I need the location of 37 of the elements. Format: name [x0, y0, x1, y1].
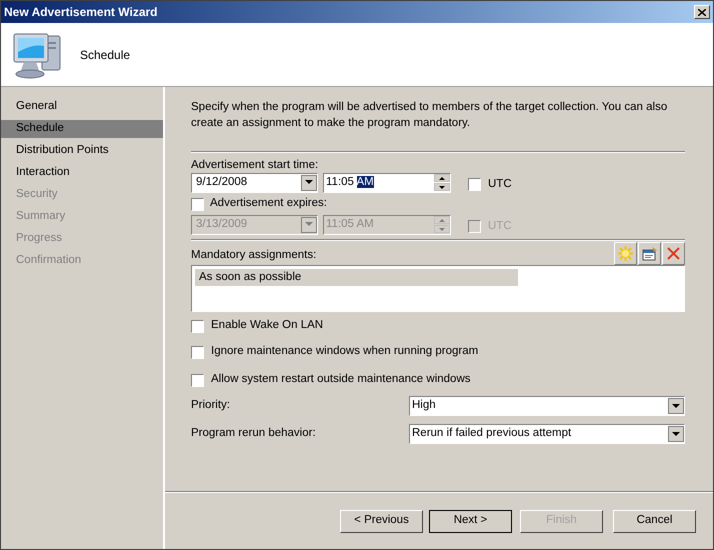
window-title: New Advertisement Wizard: [4, 4, 158, 21]
list-item[interactable]: As soon as possible: [195, 269, 518, 286]
star-burst-icon: [617, 245, 634, 262]
spin-buttons[interactable]: [434, 174, 450, 191]
date-picker[interactable]: 9/12/2008: [191, 172, 318, 192]
start-time-label: Advertisement start time:: [191, 158, 320, 172]
option-label: Ignore maintenance windows when running program: [211, 344, 478, 360]
wizard-button[interactable]: Cancel: [613, 510, 696, 532]
close-icon: [698, 8, 706, 16]
mandatory-label: Mandatory assignments:: [191, 248, 316, 263]
select-field[interactable]: High: [409, 396, 685, 416]
description-text: Specify when the program will be advertised to members of the target collection. You can also create an assignment to make the program mandatory.: [191, 100, 668, 131]
close-button[interactable]: [694, 5, 710, 19]
wizard-button[interactable]: < Previous: [340, 510, 423, 532]
new-button[interactable]: [614, 242, 637, 265]
checkbox[interactable]: [191, 320, 204, 332]
select-label: Program rerun behavior:: [191, 426, 317, 442]
expires-label: Advertisement expires:: [210, 196, 327, 212]
option-label: Enable Wake On LAN: [211, 318, 324, 334]
properties-icon: [642, 246, 658, 262]
sidebar-item[interactable]: Distribution Points: [1, 142, 163, 160]
sidebar-item[interactable]: Schedule: [1, 120, 163, 138]
checkbox[interactable]: [191, 346, 204, 358]
delete-icon: [666, 246, 681, 261]
sidebar-item[interactable]: Interaction: [1, 164, 163, 182]
checkbox[interactable]: [191, 374, 204, 386]
delete-button[interactable]: [662, 242, 685, 265]
select-label: Priority:: [191, 398, 231, 414]
sidebar-item[interactable]: General: [1, 98, 163, 116]
option-label: Allow system restart outside maintenance windows: [211, 372, 471, 388]
select-field[interactable]: Rerun if failed previous attempt: [409, 424, 685, 444]
utc-label: UTC: [488, 176, 512, 192]
checkbox[interactable]: [468, 178, 481, 191]
time-field[interactable]: 11:05 AM: [323, 172, 451, 192]
page-title: Schedule: [80, 46, 130, 64]
wizard-button[interactable]: Next >: [429, 510, 512, 532]
properties-button[interactable]: [638, 242, 661, 265]
